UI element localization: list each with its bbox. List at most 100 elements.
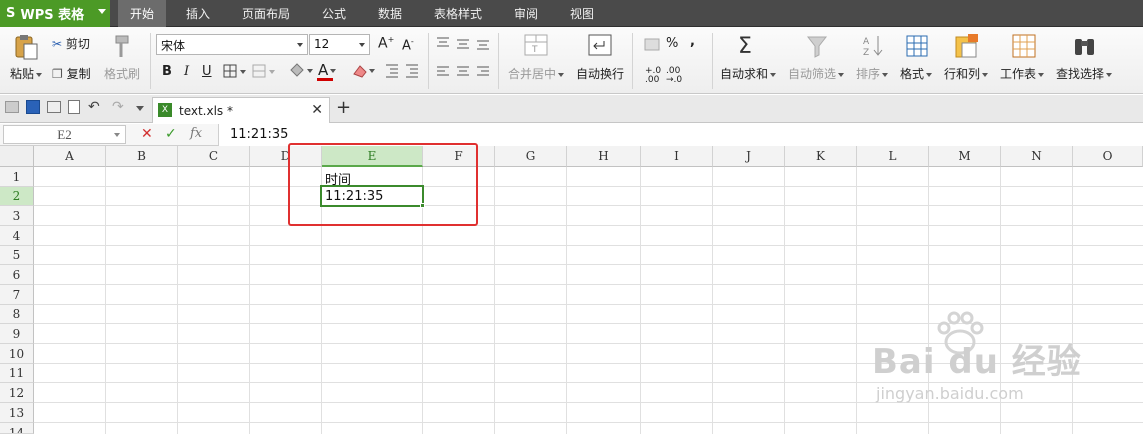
column-header-a[interactable]: A (34, 146, 106, 167)
shrink-font-button[interactable]: A- (402, 37, 414, 53)
tab-data[interactable]: 数据 (366, 0, 414, 27)
column-header-n[interactable]: N (1001, 146, 1073, 167)
print-icon[interactable] (47, 101, 61, 113)
wrap-text-icon[interactable] (588, 34, 612, 58)
row-header-6[interactable]: 6 (0, 265, 34, 285)
increase-decimal-button[interactable]: +.0.00 (645, 67, 661, 85)
find-select-button[interactable]: 查找选择 (1056, 65, 1113, 82)
column-header-m[interactable]: M (929, 146, 1001, 167)
italic-button[interactable]: I (184, 64, 189, 79)
font-size-select[interactable]: 12 (309, 34, 370, 55)
confirm-icon[interactable]: ✓ (165, 126, 177, 142)
cell-style-icon[interactable] (252, 64, 280, 80)
sigma-icon[interactable]: Σ (738, 34, 752, 59)
underline-button[interactable]: U (202, 64, 212, 79)
print-preview-icon[interactable] (68, 100, 80, 114)
row-header-5[interactable]: 5 (0, 246, 34, 265)
copy-button[interactable]: ❐ 复制 (52, 65, 91, 82)
app-title: WPS 表格 (20, 8, 85, 23)
indent-icons[interactable] (384, 63, 424, 79)
grow-font-button[interactable]: A+ (378, 35, 394, 52)
column-header-c[interactable]: C (178, 146, 250, 167)
select-all-corner[interactable] (0, 146, 34, 167)
row-header-2[interactable]: 2 (0, 187, 34, 206)
row-col-icon[interactable] (954, 33, 980, 59)
column-header-k[interactable]: K (785, 146, 857, 167)
paste-icon[interactable] (13, 33, 39, 61)
row-header-7[interactable]: 7 (0, 285, 34, 305)
auto-filter-button[interactable]: 自动筛选 (788, 65, 845, 82)
column-header-i[interactable]: I (641, 146, 713, 167)
merge-center-button[interactable]: 合并居中 (508, 65, 565, 82)
row-header-3[interactable]: 3 (0, 206, 34, 226)
row-header-9[interactable]: 9 (0, 324, 34, 344)
column-header-l[interactable]: L (857, 146, 929, 167)
chevron-down-icon (770, 72, 777, 77)
format-icon[interactable] (906, 34, 928, 58)
save-icon[interactable] (26, 100, 40, 114)
percent-button[interactable]: % (666, 36, 678, 51)
row-header-10[interactable]: 10 (0, 344, 34, 364)
redo-icon[interactable]: ↷ (112, 99, 124, 115)
watermark-brand: Bai du 经验 (872, 342, 1082, 382)
format-painter-icon[interactable] (110, 33, 134, 59)
auto-sum-button[interactable]: 自动求和 (720, 65, 777, 82)
document-tab-label: text.xls * (179, 103, 233, 118)
merge-center-icon[interactable]: T (524, 34, 550, 58)
tab-review[interactable]: 审阅 (502, 0, 550, 27)
sort-icon[interactable]: A Z (862, 34, 886, 60)
row-header-8[interactable]: 8 (0, 305, 34, 324)
row-col-button[interactable]: 行和列 (944, 65, 989, 82)
app-menu-button[interactable]: S WPS 表格 (0, 0, 110, 27)
name-box[interactable]: E2 (3, 125, 126, 144)
tab-table-style[interactable]: 表格样式 (424, 0, 492, 27)
worksheet-button[interactable]: 工作表 (1000, 65, 1045, 82)
customize-dropdown-icon[interactable] (136, 106, 144, 111)
cut-button[interactable]: ✂ 剪切 (52, 35, 90, 52)
close-icon[interactable]: ✕ (311, 102, 323, 118)
decrease-decimal-button[interactable]: .00 →.0 (666, 67, 682, 85)
paste-button[interactable]: 粘贴 (10, 65, 43, 82)
tab-home[interactable]: 开始 (118, 0, 166, 27)
format-button[interactable]: 格式 (900, 65, 933, 82)
auto-sum-label: 自动求和 (720, 67, 769, 81)
row-header-12[interactable]: 12 (0, 383, 34, 403)
add-tab-button[interactable]: + (336, 97, 351, 118)
document-tab[interactable]: X text.xls * ✕ (152, 97, 330, 123)
sort-button[interactable]: 排序 (856, 65, 889, 82)
row-header-1[interactable]: 1 (0, 167, 34, 187)
row-header-4[interactable]: 4 (0, 226, 34, 246)
wrap-text-button[interactable]: 自动换行 (576, 65, 624, 82)
column-header-h[interactable]: H (567, 146, 641, 167)
tab-view[interactable]: 视图 (558, 0, 606, 27)
currency-icon[interactable] (644, 38, 660, 52)
cancel-icon[interactable]: ✕ (141, 126, 153, 142)
font-color-button[interactable]: A (318, 61, 337, 79)
worksheet-icon[interactable] (1012, 33, 1036, 59)
vertical-align-icons[interactable] (435, 36, 495, 50)
column-header-b[interactable]: B (106, 146, 178, 167)
row-header-11[interactable]: 11 (0, 364, 34, 383)
row-header-14[interactable]: 14 (0, 423, 34, 434)
bold-button[interactable]: B (162, 64, 172, 79)
column-header-j[interactable]: J (713, 146, 785, 167)
folder-icon[interactable] (5, 101, 19, 113)
clear-format-icon[interactable] (350, 62, 378, 80)
comma-button[interactable]: , (690, 34, 695, 49)
format-painter-button[interactable]: 格式刷 (104, 65, 140, 82)
insert-function-icon[interactable]: fx (190, 126, 202, 141)
tab-page-layout[interactable]: 页面布局 (232, 0, 300, 27)
border-icon[interactable] (223, 64, 251, 80)
column-header-o[interactable]: O (1073, 146, 1143, 167)
tab-formulas[interactable]: 公式 (310, 0, 358, 27)
horizontal-align-icons[interactable] (435, 65, 495, 79)
undo-icon[interactable]: ↶ (88, 99, 100, 115)
chevron-down-icon (98, 9, 106, 14)
row-header-13[interactable]: 13 (0, 403, 34, 423)
column-header-g[interactable]: G (495, 146, 567, 167)
tab-insert[interactable]: 插入 (174, 0, 222, 27)
font-name-select[interactable]: 宋体 (156, 34, 308, 55)
fill-color-icon[interactable] (288, 62, 316, 80)
filter-icon[interactable] (806, 35, 828, 59)
binoculars-icon[interactable] (1072, 33, 1098, 59)
